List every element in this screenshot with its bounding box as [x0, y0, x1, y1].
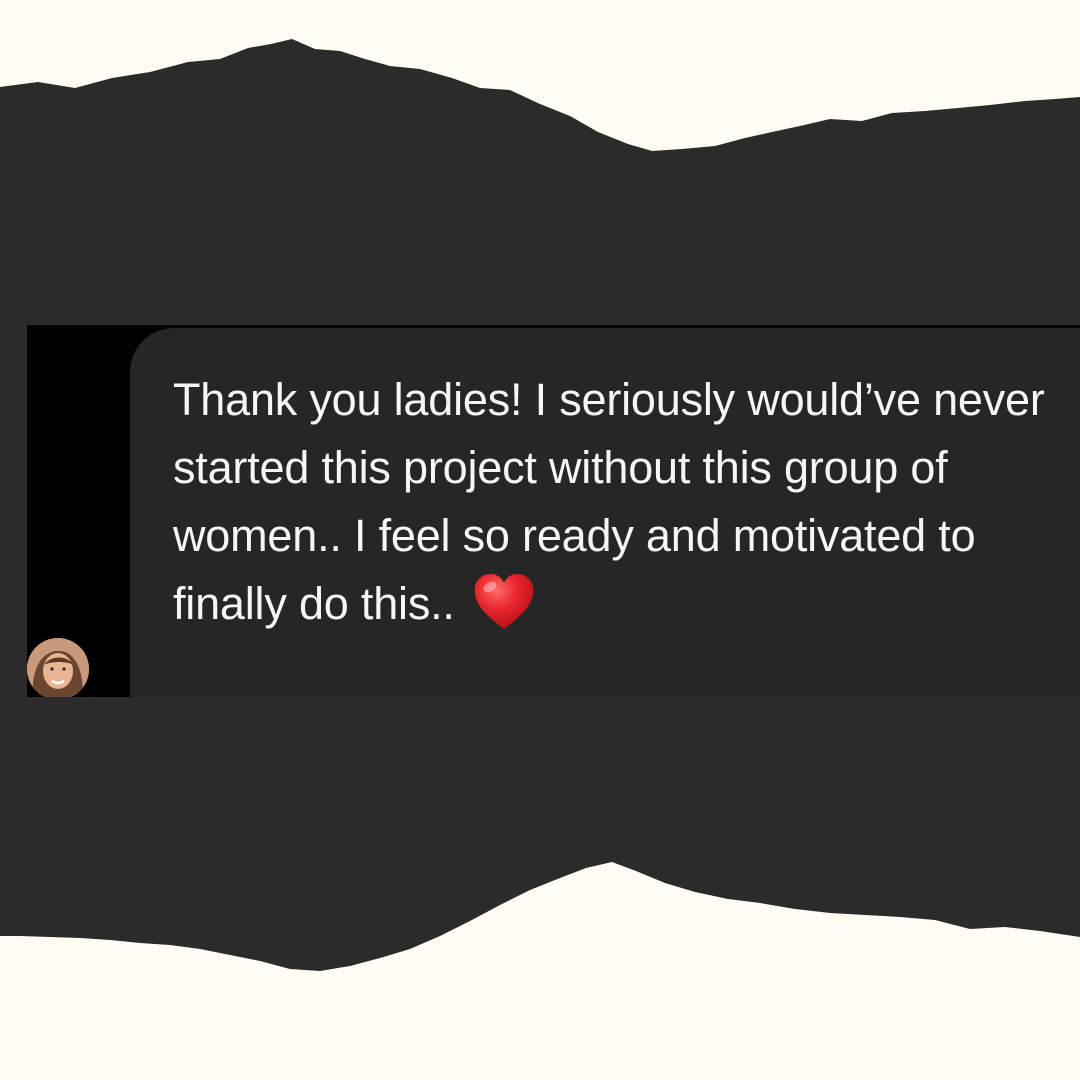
- avatar-photo-icon: [27, 638, 89, 697]
- chat-screenshot: Thank you ladies! I seriously would’ve n…: [27, 325, 1080, 697]
- message-body: Thank you ladies! I seriously would’ve n…: [173, 374, 1045, 629]
- message-text: Thank you ladies! I seriously would’ve n…: [173, 366, 1063, 638]
- social-post-canvas: Thank you ladies! I seriously would’ve n…: [0, 0, 1080, 1080]
- red-heart-icon: [473, 573, 535, 631]
- avatar[interactable]: [27, 638, 89, 697]
- message-bubble[interactable]: Thank you ladies! I seriously would’ve n…: [130, 328, 1080, 697]
